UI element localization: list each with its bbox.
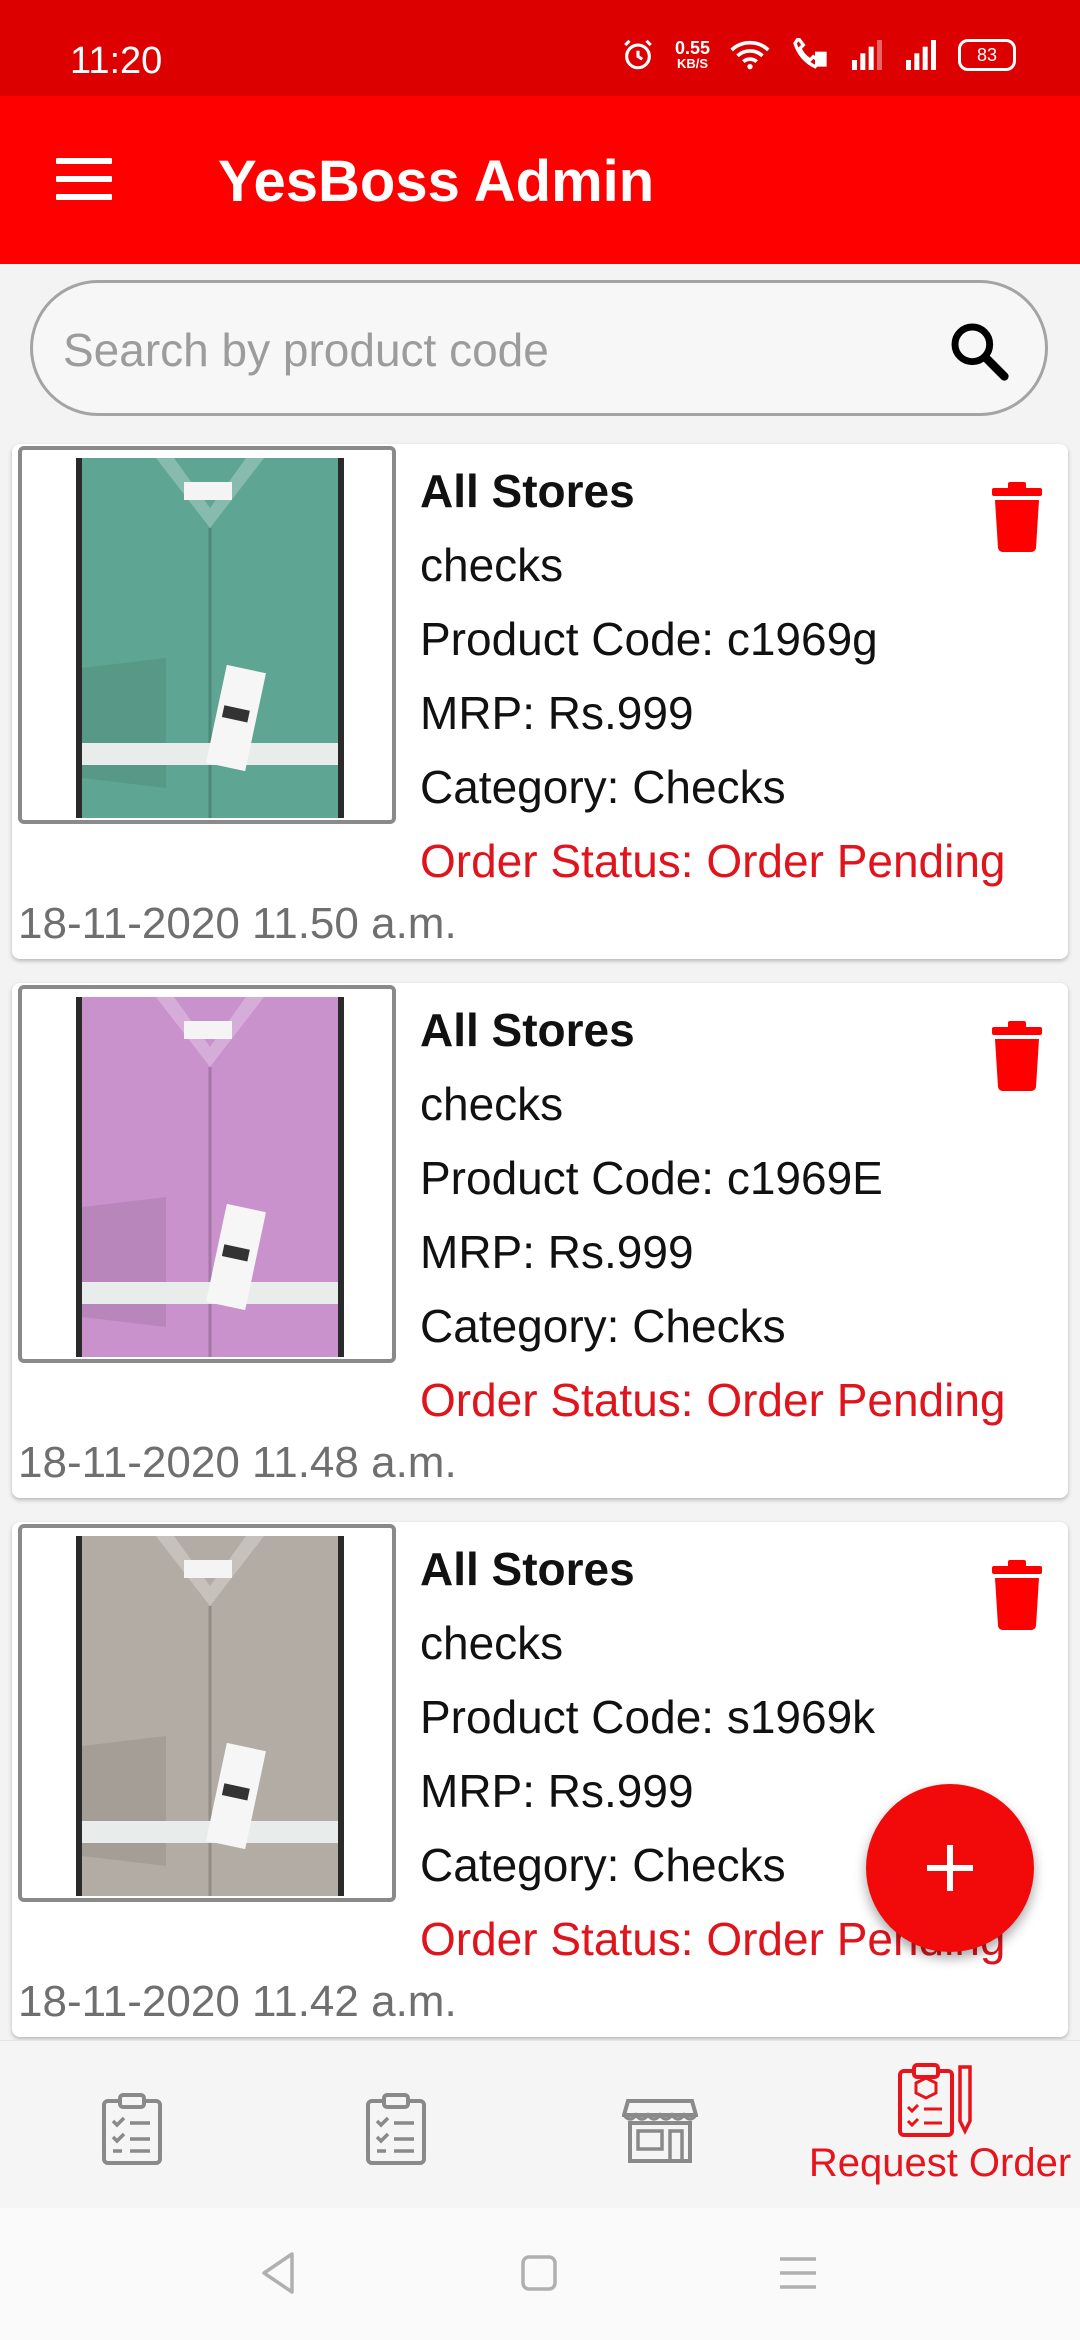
product-code: Product Code: c1969E [420,1152,883,1204]
signal-icon-2 [906,40,936,70]
app-bar: YesBoss Admin [0,96,1080,264]
trash-icon [992,1021,1042,1091]
nav-item-request-order[interactable]: Request Order [800,2041,1080,2209]
product-category: Category: Checks [420,761,786,813]
hamburger-menu-icon [56,158,112,200]
app-title: YesBoss Admin [218,149,655,214]
search-icon[interactable] [947,319,1011,383]
order-status: Order Status: Order Pending [420,835,1006,887]
product-name: checks [420,1617,564,1669]
order-date: 18-11-2020 11.48 a.m. [18,1438,457,1487]
wifi-icon [730,40,770,70]
product-photo [76,997,344,1357]
nav-item-orders[interactable] [0,2041,264,2209]
product-mrp: MRP: Rs.999 [420,1226,694,1278]
search-bar [30,280,1048,416]
product-image [18,1524,396,1902]
signal-icon-1 [852,40,882,70]
home-icon[interactable] [520,2254,558,2292]
request-order-icon [898,2063,972,2137]
nav-item-stores[interactable] [528,2041,792,2209]
trash-icon [992,482,1042,552]
product-mrp: MRP: Rs.999 [420,687,694,739]
order-details: All Stores checks Product Code: c1969E M… [420,993,1006,1437]
product-photo [76,458,344,818]
product-image [18,985,396,1363]
order-date: 18-11-2020 11.50 a.m. [18,899,457,948]
delete-button[interactable] [990,1021,1044,1091]
back-icon[interactable] [258,2250,298,2296]
network-speed: 0.55 KB/S [674,38,710,71]
order-card[interactable]: All Stores checks Product Code: c1969g M… [12,444,1068,959]
call-hd-icon [793,38,827,69]
delete-button[interactable] [990,1560,1044,1630]
plus-icon [927,1845,973,1891]
product-name: checks [420,1078,564,1130]
order-card[interactable]: All Stores checks Product Code: s1969k M… [12,1522,1068,2037]
delete-button[interactable] [990,482,1044,552]
search-input[interactable] [61,309,925,391]
store-name: All Stores [420,1543,635,1595]
recents-icon[interactable] [778,2256,818,2290]
menu-button[interactable] [56,158,112,202]
order-card[interactable]: All Stores checks Product Code: c1969E M… [12,983,1068,1498]
nav-item-orders-2[interactable] [264,2041,528,2209]
store-icon [622,2099,698,2163]
product-image [18,446,396,824]
bottom-navigation: Request Order [0,2040,1080,2209]
store-name: All Stores [420,465,635,517]
system-navigation-bar [0,2208,1080,2340]
trash-icon [992,1560,1042,1630]
product-photo [76,1536,344,1896]
product-code: Product Code: c1969g [420,613,878,665]
add-order-button[interactable] [866,1784,1034,1952]
nav-label-request-order: Request Order [808,2141,1072,2185]
order-details: All Stores checks Product Code: c1969g M… [420,454,1006,898]
clipboard-list-icon [366,2093,426,2165]
product-code: Product Code: s1969k [420,1691,876,1743]
battery-indicator: 83 [958,39,1016,71]
store-name: All Stores [420,1004,635,1056]
status-bar: 11:20 0.55 KB/S 83 [0,0,1080,96]
status-time: 11:20 [70,40,163,82]
order-date: 18-11-2020 11.42 a.m. [18,1977,457,2026]
product-name: checks [420,539,564,591]
alarm-icon [624,39,652,70]
clipboard-list-icon [102,2093,162,2165]
status-icons: 0.55 KB/S 83 [621,38,1016,72]
product-category: Category: Checks [420,1300,786,1352]
order-status: Order Status: Order Pending [420,1374,1006,1426]
